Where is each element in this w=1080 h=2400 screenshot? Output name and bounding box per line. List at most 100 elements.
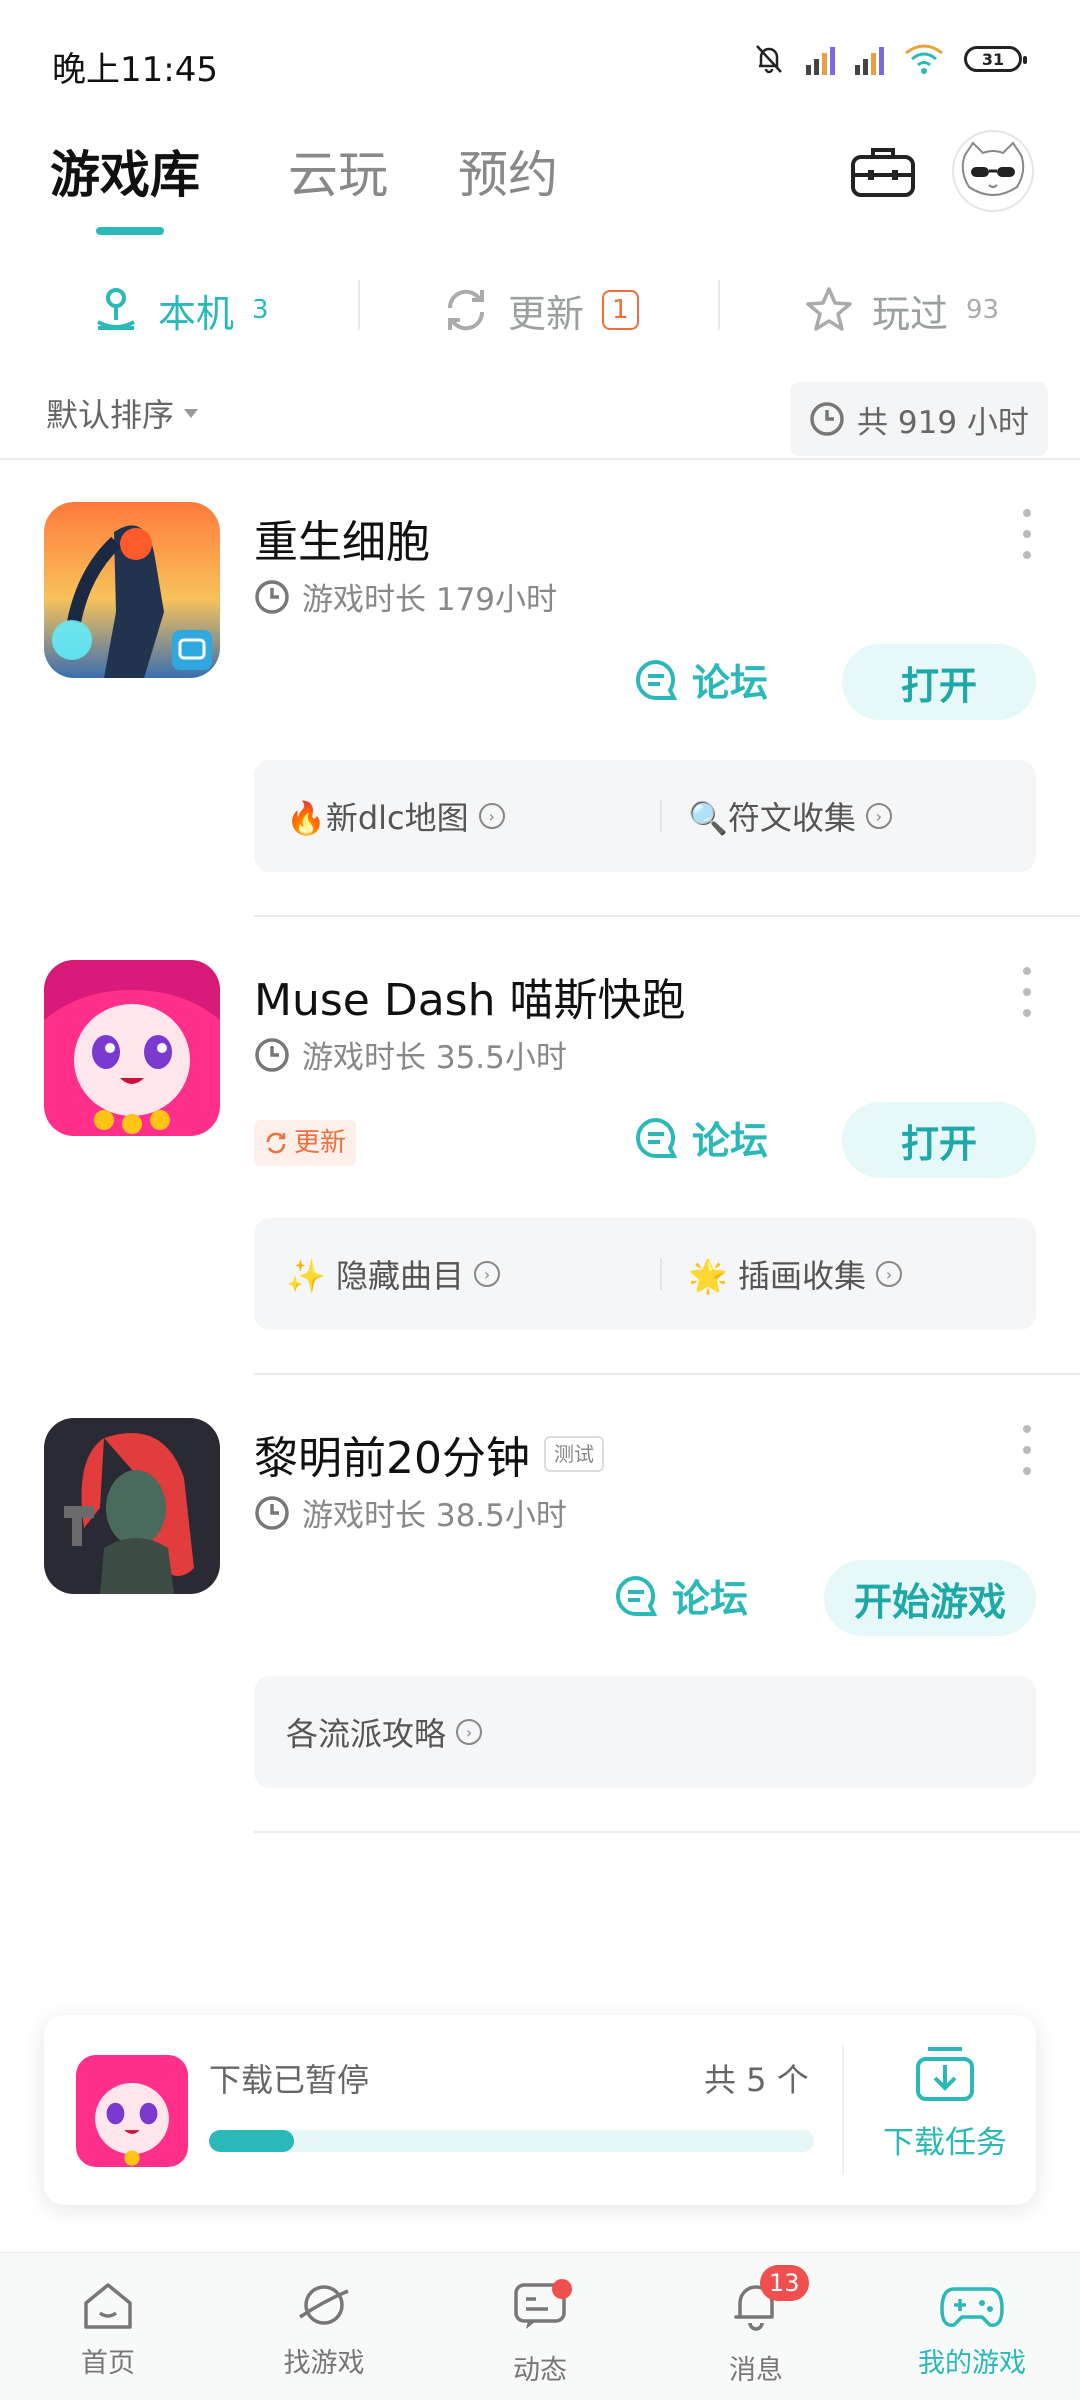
chip-new-dlc-map[interactable]: 🔥新dlc地图 › [286, 760, 505, 872]
bottom-navigation: 首页 找游戏 动态 13 消息 我的游戏 [0, 2252, 1080, 2400]
feature-chips: 🔥新dlc地图 › 🔍符文收集 › [254, 760, 1036, 872]
total-hours-text: 共 919 小时 [857, 404, 1029, 441]
chip-hidden-tracks[interactable]: ✨ 隐藏曲目 › [286, 1218, 501, 1330]
divider [660, 1258, 662, 1290]
divider [254, 1831, 1080, 1833]
star-icon [806, 287, 852, 331]
chevron-right-icon: › [474, 1261, 501, 1287]
download-game-icon [76, 2055, 188, 2167]
subtab-played-label: 玩过 [872, 291, 949, 336]
download-count: 共 5 个 [704, 2061, 809, 2099]
download-panel[interactable]: 下载已暂停 共 5 个 下载任务 [44, 2015, 1036, 2205]
more-options-icon[interactable] [1022, 967, 1032, 1017]
playtime: 游戏时长 38.5小时 [254, 1490, 567, 1535]
tab-game-library[interactable]: 游戏库 [50, 135, 200, 207]
refresh-icon [266, 1132, 286, 1154]
playtime: 游戏时长 179小时 [254, 574, 557, 619]
open-game-button[interactable]: 打开 [842, 1102, 1036, 1178]
gamepad-icon [940, 2287, 1004, 2327]
divider [0, 458, 1080, 460]
open-game-button[interactable]: 打开 [842, 644, 1036, 720]
chip-illustration-collection[interactable]: 🌟 插画收集 › [688, 1218, 903, 1330]
sort-label: 默认排序 [46, 396, 175, 434]
game-title: Muse Dash 喵斯快跑 [254, 975, 686, 1026]
avatar[interactable] [952, 130, 1034, 212]
chevron-right-icon: › [876, 1261, 903, 1287]
download-tray-icon [916, 2047, 974, 2101]
forum-button[interactable]: 论坛 [634, 1110, 768, 1165]
cat-avatar-icon [961, 141, 1025, 196]
nav-messages[interactable]: 13 消息 [676, 2265, 836, 2387]
sort-dropdown[interactable]: 默认排序 [46, 390, 199, 436]
subtab-played-count: 93 [966, 295, 1000, 325]
battery-icon: 31 [964, 46, 1027, 72]
more-options-icon[interactable] [1022, 509, 1032, 559]
divider [842, 2045, 844, 2175]
start-game-button[interactable]: 开始游戏 [824, 1560, 1036, 1636]
chip-rune-collection[interactable]: 🔍符文收集 › [688, 760, 892, 872]
signal-icon [806, 43, 835, 75]
nav-feed[interactable]: 动态 [460, 2279, 620, 2387]
caret-down-icon [184, 408, 199, 418]
subtab-played[interactable]: 玩过 93 [804, 270, 999, 350]
nav-my-games[interactable]: 我的游戏 [892, 2279, 1052, 2380]
game-icon-20-minutes-till-dawn[interactable] [44, 1418, 220, 1594]
chat-bubble-icon [616, 1575, 658, 1616]
forum-button[interactable]: 论坛 [614, 1568, 748, 1623]
playtime: 游戏时长 35.5小时 [254, 1032, 567, 1077]
chip-build-guides[interactable]: 各流派攻略 › [286, 1676, 483, 1788]
subtab-local-label: 本机 [158, 291, 235, 336]
download-progress-bar [209, 2130, 814, 2152]
clock-icon [255, 579, 289, 614]
game-icon-muse-dash[interactable] [44, 960, 220, 1136]
home-icon [84, 2283, 132, 2329]
divider [718, 280, 720, 330]
active-tab-indicator [96, 227, 164, 235]
subtab-update-label: 更新 [508, 291, 585, 336]
game-title-row: 黎明前20分钟 测试 [254, 1422, 604, 1486]
tab-cloud-play[interactable]: 云玩 [288, 135, 388, 207]
clock-icon [255, 1495, 289, 1530]
game-title: 重生细胞 [254, 517, 430, 568]
nav-home[interactable]: 首页 [28, 2279, 188, 2380]
feature-chips: 各流派攻略 › [254, 1676, 1036, 1788]
subtab-local[interactable]: 本机 3 [92, 270, 269, 350]
download-status: 下载已暂停 [209, 2061, 370, 2099]
subtab-update[interactable]: 更新 1 [442, 270, 639, 350]
chat-bubble-icon [636, 659, 678, 700]
clock-icon [810, 402, 844, 436]
status-icons: 31 [752, 42, 1027, 76]
refresh-icon [447, 289, 485, 331]
toolbox-icon[interactable] [850, 145, 916, 199]
nav-find-games[interactable]: 找游戏 [244, 2279, 404, 2380]
feature-chips: ✨ 隐藏曲目 › 🌟 插画收集 › [254, 1218, 1036, 1330]
status-bar: 晚上11:45 31 [0, 0, 1080, 120]
wifi-icon [905, 44, 943, 74]
total-hours: 共 919 小时 [790, 382, 1048, 456]
joystick-icon [97, 288, 135, 330]
more-options-icon[interactable] [1022, 1425, 1032, 1475]
chevron-right-icon: › [478, 803, 505, 829]
signal-icon [855, 43, 884, 75]
game-title: 黎明前20分钟 [254, 1433, 530, 1484]
game-icon-dead-cells[interactable] [44, 502, 220, 678]
update-count-badge: 1 [602, 290, 639, 330]
subtab-local-count: 3 [252, 295, 269, 325]
download-tasks-button[interactable]: 下载任务 [870, 2043, 1020, 2162]
chevron-right-icon: › [865, 803, 892, 829]
test-tag: 测试 [544, 1436, 604, 1472]
divider [660, 800, 662, 832]
chevron-right-icon: › [456, 1719, 483, 1745]
tab-reservation[interactable]: 预约 [458, 135, 558, 207]
message-count-badge: 13 [760, 2265, 809, 2301]
chat-bubble-icon [636, 1117, 678, 1158]
divider [358, 280, 360, 330]
clock-icon [255, 1037, 289, 1072]
feed-notification-dot [552, 2279, 572, 2299]
download-progress-fill [209, 2130, 294, 2152]
divider [254, 915, 1080, 917]
divider [254, 1373, 1080, 1375]
update-tag: 更新 [254, 1120, 357, 1166]
status-time: 晚上11:45 [52, 50, 218, 90]
forum-button[interactable]: 论坛 [634, 652, 768, 707]
